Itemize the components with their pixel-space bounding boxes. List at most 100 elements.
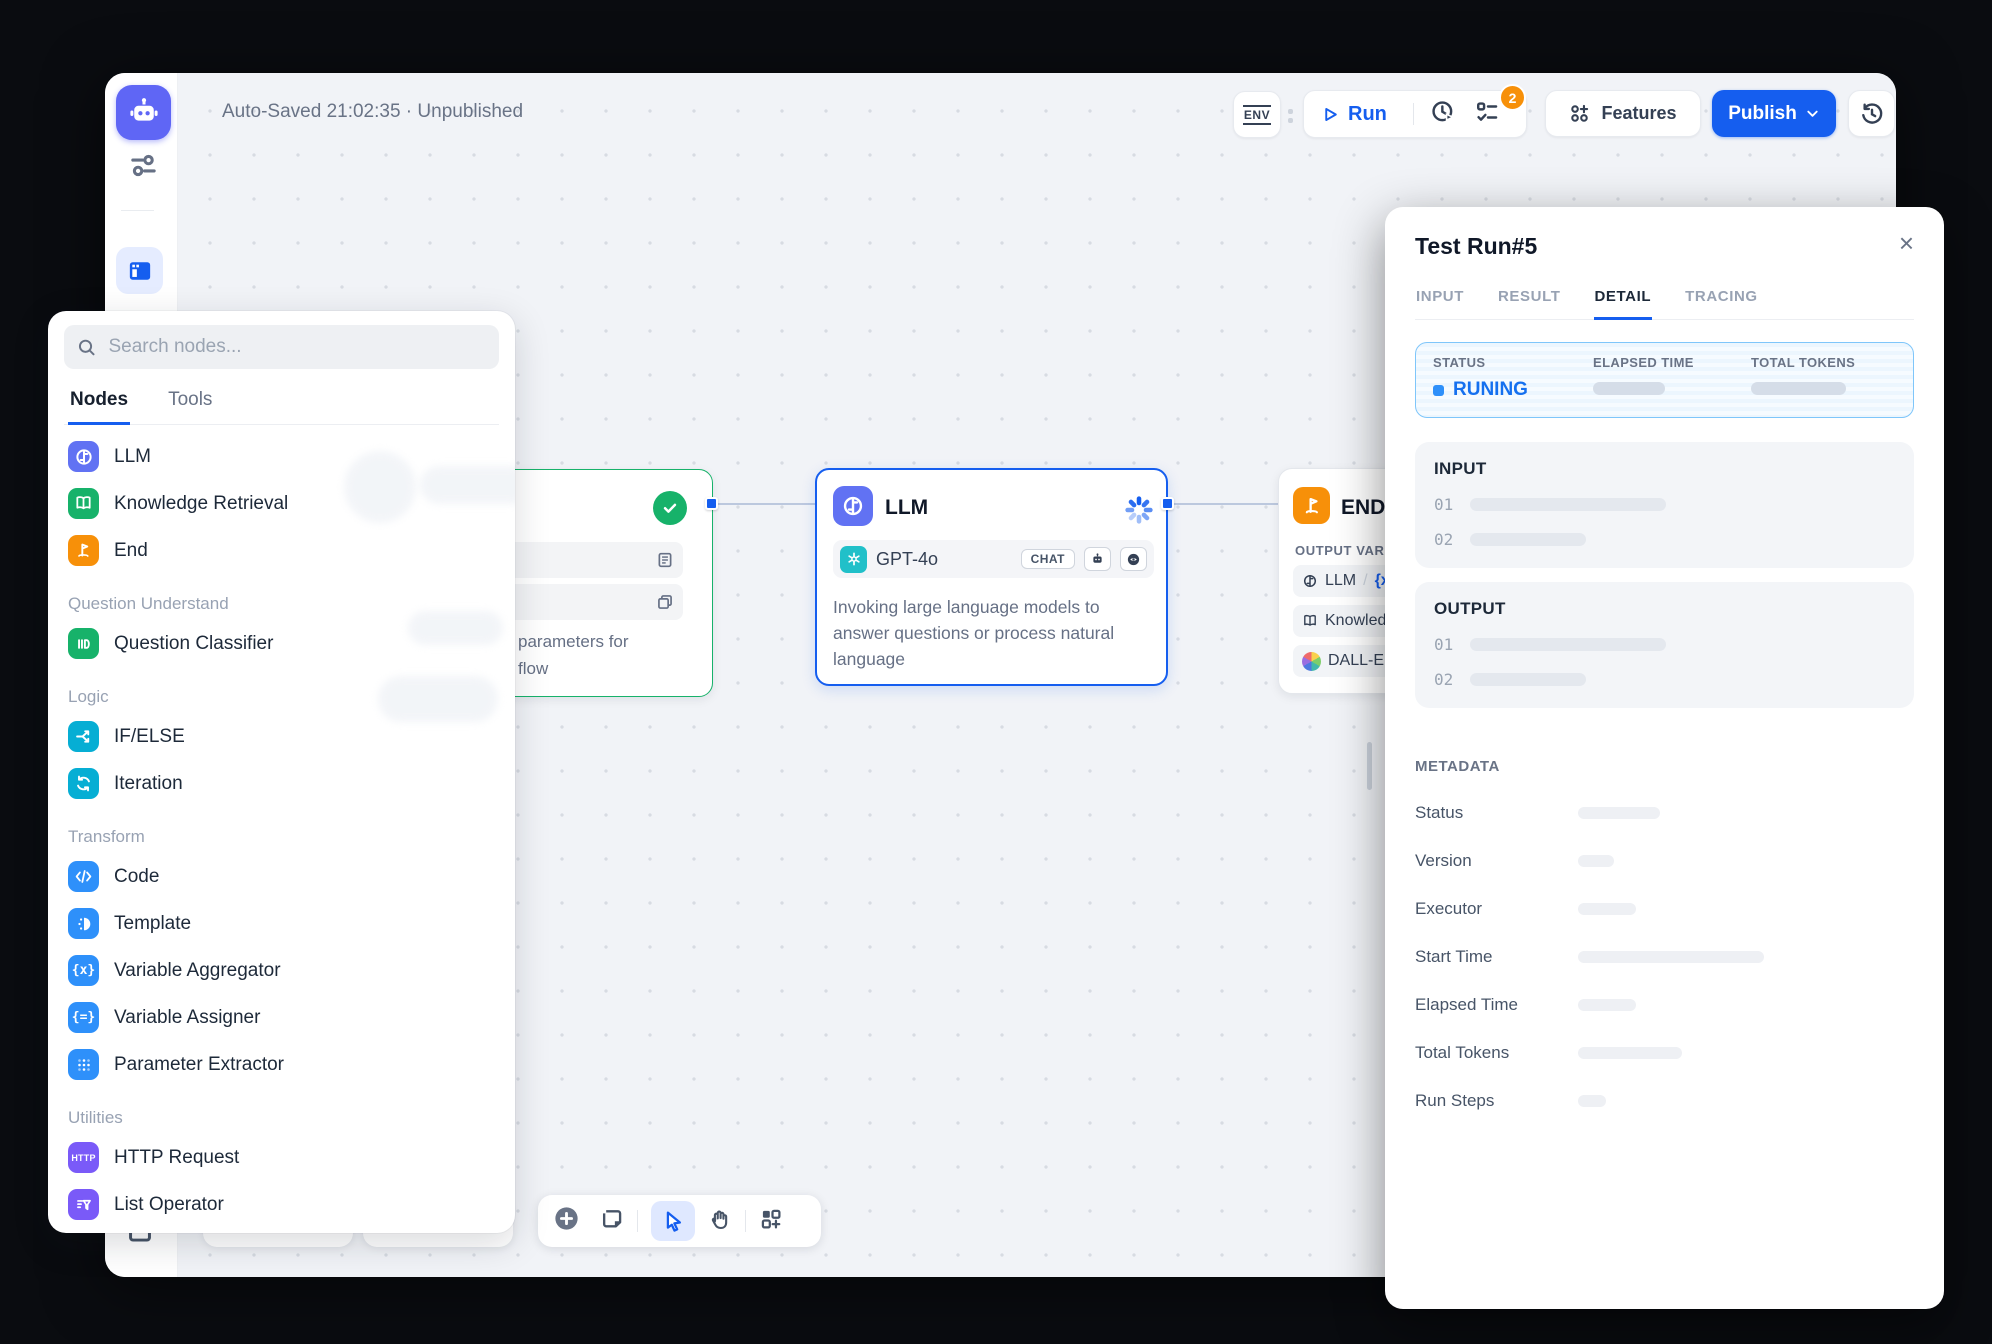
- robot-icon: [127, 96, 161, 130]
- toolbar-divider: [745, 1210, 746, 1232]
- node-item-parameter-extractor[interactable]: Parameter Extractor: [64, 1041, 499, 1088]
- total-tokens-placeholder: [1751, 382, 1846, 395]
- template-icon: [68, 908, 99, 939]
- edge-start-to-llm: [712, 503, 816, 505]
- metadata-value-placeholder: [1578, 951, 1764, 963]
- metadata-value-placeholder: [1578, 903, 1636, 915]
- llm-node-description: Invoking large language models to answer…: [833, 594, 1155, 672]
- output-line-placeholder: [1470, 673, 1586, 686]
- classifier-icon: [68, 628, 99, 659]
- metadata-row: Total Tokens: [1415, 1043, 1914, 1063]
- toolbar-divider: [1413, 103, 1414, 125]
- elapsed-time-label: ELAPSED TIME: [1593, 355, 1751, 370]
- spinner-icon: [1125, 496, 1153, 524]
- node-item-template[interactable]: Template: [64, 900, 499, 947]
- sidebar-divider: [121, 210, 154, 211]
- model-selector[interactable]: GPT-4o CHAT: [833, 540, 1154, 578]
- metadata-row: Executor: [1415, 899, 1914, 919]
- tab-detail[interactable]: DETAIL: [1594, 282, 1653, 320]
- node-item-end[interactable]: End: [64, 527, 499, 574]
- panel-resize-handle[interactable]: [1367, 742, 1372, 790]
- chevron-down-icon: [1805, 106, 1820, 121]
- tab-input[interactable]: INPUT: [1415, 282, 1465, 319]
- version-history-button[interactable]: [1848, 90, 1895, 137]
- history-icon: [1860, 102, 1884, 126]
- running-dot: [1433, 385, 1444, 396]
- workflow-settings-button[interactable]: [128, 150, 159, 186]
- tab-nodes[interactable]: Nodes: [68, 381, 130, 425]
- section-utilities: Utilities: [64, 1088, 499, 1134]
- env-button[interactable]: ENV: [1233, 91, 1281, 138]
- node-item-list-operator[interactable]: List Operator: [64, 1181, 499, 1228]
- run-history-button[interactable]: [1430, 99, 1456, 130]
- organize-nodes-button[interactable]: [759, 1207, 783, 1236]
- elapsed-time-placeholder: [1593, 382, 1665, 395]
- toolbar-divider: [637, 1210, 638, 1232]
- plus-circle-icon: [553, 1205, 580, 1232]
- node-panel-tabs: Nodes Tools: [64, 381, 499, 425]
- add-node-button[interactable]: [553, 1205, 580, 1237]
- drag-dot: [1288, 109, 1293, 114]
- node-picker-panel: Nodes Tools LLM Knowledge Retrieval End …: [48, 311, 515, 1233]
- tab-result[interactable]: RESULT: [1497, 282, 1562, 319]
- robot-badge-icon: [1090, 552, 1105, 567]
- node-item-iteration[interactable]: Iteration: [64, 760, 499, 807]
- metadata-value-placeholder: [1578, 1047, 1682, 1059]
- run-panel-title: Test Run#5: [1415, 233, 1537, 260]
- source-handle[interactable]: [705, 497, 718, 510]
- cursor-icon: [661, 1209, 685, 1233]
- add-note-button[interactable]: [599, 1206, 624, 1236]
- tab-tracing[interactable]: TRACING: [1684, 282, 1759, 319]
- llm-icon: [68, 441, 99, 472]
- close-icon[interactable]: ×: [1899, 233, 1914, 253]
- output-section: OUTPUT 01 02: [1415, 582, 1914, 708]
- metadata-row: Run Steps: [1415, 1091, 1914, 1111]
- env-icon: ENV: [1243, 105, 1271, 125]
- status-card: STATUS RUNING ELAPSED TIME TOTAL TOKENS: [1415, 342, 1914, 418]
- checklist-icon: [1474, 99, 1500, 125]
- node-item-variable-assigner[interactable]: {=} Variable Assigner: [64, 994, 499, 1041]
- app-logo-robot-icon[interactable]: [116, 85, 171, 140]
- dalle-icon: [1302, 652, 1321, 671]
- end-node-title: END: [1341, 496, 1385, 520]
- llm-node[interactable]: LLM GPT-4o CHAT Invoking large language …: [815, 468, 1168, 686]
- search-input[interactable]: [106, 335, 486, 359]
- source-handle[interactable]: [1161, 497, 1174, 510]
- filter-list-icon: [68, 1189, 99, 1220]
- checklist-button[interactable]: [1474, 99, 1500, 130]
- llm-ref-icon: [1302, 573, 1318, 589]
- openai-icon: [840, 546, 867, 573]
- dot-grid-icon: [68, 1049, 99, 1080]
- run-button[interactable]: Run: [1322, 103, 1387, 126]
- braces-equals-icon: {=}: [68, 1002, 99, 1033]
- frosted-blob: [408, 611, 503, 645]
- test-run-panel: Test Run#5 × INPUT RESULT DETAIL TRACING…: [1385, 207, 1944, 1309]
- run-toolbar-group: Run: [1303, 90, 1527, 138]
- tab-tools[interactable]: Tools: [166, 381, 214, 424]
- node-item-variable-aggregator[interactable]: {x} Variable Aggregator: [64, 947, 499, 994]
- note-plus-icon: [599, 1206, 624, 1231]
- sidebar-item-workflow-active[interactable]: [116, 247, 163, 294]
- metadata-value-placeholder: [1578, 1095, 1606, 1107]
- loop-icon: [68, 768, 99, 799]
- output-title: OUTPUT: [1434, 599, 1895, 619]
- search-icon: [77, 337, 96, 358]
- code-icon: [68, 861, 99, 892]
- autosave-status: Auto-Saved 21:02:35 · Unpublished: [222, 101, 523, 123]
- hand-icon: [708, 1207, 732, 1231]
- metadata-row: Elapsed Time: [1415, 995, 1914, 1015]
- success-check-icon: [653, 491, 687, 525]
- node-item-http-request[interactable]: HTTP HTTP Request: [64, 1134, 499, 1181]
- frosted-blob: [344, 451, 416, 523]
- canvas-toolbar: [538, 1195, 821, 1247]
- branch-icon: [68, 721, 99, 752]
- checklist-count-badge: 2: [1499, 84, 1526, 111]
- run-panel-header: Test Run#5 ×: [1415, 233, 1914, 260]
- play-icon: [1322, 106, 1339, 123]
- pointer-tool-button[interactable]: [651, 1201, 695, 1241]
- features-button[interactable]: Features: [1545, 90, 1701, 137]
- node-item-code[interactable]: Code: [64, 853, 499, 900]
- hand-tool-button[interactable]: [708, 1207, 732, 1236]
- publish-button[interactable]: Publish: [1712, 90, 1836, 137]
- output-variables-label: OUTPUT VARIA: [1295, 543, 1399, 558]
